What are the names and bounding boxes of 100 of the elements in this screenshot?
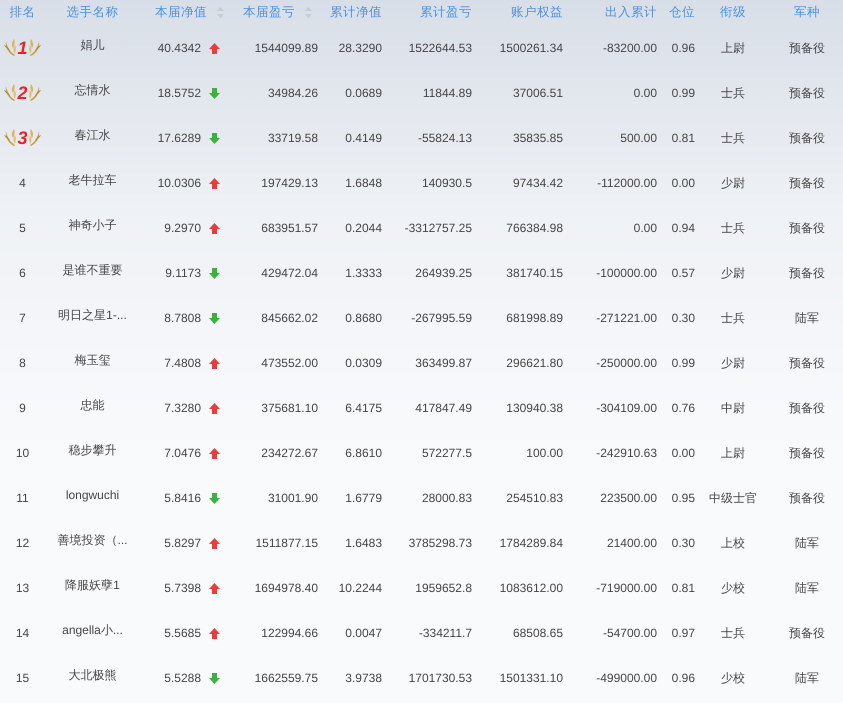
- table-cell: 1522644.53: [408, 40, 472, 54]
- table-cell: 0.99: [672, 356, 695, 370]
- table-cell: 陆军: [795, 310, 819, 324]
- table-cell: -83200.00: [602, 40, 657, 54]
- laurel-icon: [28, 128, 40, 147]
- column-header: 衔级: [720, 4, 746, 22]
- column-header[interactable]: 本届净值: [155, 3, 207, 22]
- table-cell: 少尉: [721, 176, 745, 190]
- table-cell: 上校: [721, 536, 745, 550]
- table-cell: 197429.13: [261, 176, 318, 190]
- rank-number: 15: [16, 670, 30, 684]
- table-cell: 士兵: [721, 220, 745, 234]
- table-cell: -3312757.25: [404, 220, 472, 234]
- rank-number: 11: [16, 490, 29, 504]
- table-cell: 28000.83: [422, 490, 472, 504]
- table-cell: 1083612.00: [500, 580, 563, 594]
- table-cell: -112000.00: [597, 176, 657, 190]
- player-name: 娟儿: [80, 38, 104, 52]
- player-name: 稳步攀升: [68, 443, 116, 457]
- laurel-icon: [4, 83, 16, 102]
- table-cell: 1.6483: [345, 536, 382, 550]
- table-cell: 683951.57: [261, 220, 318, 234]
- table-cell: 上尉: [721, 40, 745, 54]
- rank-number: 10: [16, 446, 30, 460]
- player-name: 是谁不重要: [62, 263, 122, 277]
- table-cell: 7.3280: [164, 400, 201, 414]
- table-cell: 1544099.89: [254, 40, 318, 54]
- table-cell: 5.8297: [164, 536, 201, 550]
- column-header: 出入累计: [605, 4, 657, 22]
- table-cell: 预备役: [789, 40, 825, 54]
- table-cell: 少校: [721, 580, 745, 594]
- table-cell: 0.76: [672, 400, 695, 414]
- table-cell: 0.00: [634, 86, 657, 100]
- table-cell: 140930.5: [422, 176, 472, 190]
- table-cell: 264939.25: [415, 266, 472, 280]
- table-cell: 766384.98: [506, 220, 563, 234]
- column-header: 仓位: [669, 4, 695, 22]
- player-name: 降服妖孽1: [65, 578, 120, 592]
- table-cell: -304109.00: [596, 400, 657, 414]
- table-cell: 0.0309: [345, 356, 382, 370]
- table-cell: 预备役: [789, 490, 825, 504]
- table-cell: 士兵: [721, 310, 745, 324]
- table-cell: 0.0689: [345, 86, 382, 100]
- table-cell: 陆军: [795, 670, 819, 684]
- rank-number: 3: [17, 128, 28, 146]
- table-cell: 1662559.75: [254, 670, 318, 684]
- table-cell: 6.4175: [345, 400, 382, 414]
- table-cell: 68508.65: [512, 626, 563, 640]
- table-cell: 254510.83: [506, 490, 563, 504]
- table-cell: -250000.00: [596, 356, 657, 370]
- table-cell: 5.5288: [164, 670, 201, 684]
- table-cell: 0.0047: [345, 626, 382, 640]
- table-cell: 0.94: [672, 220, 695, 234]
- table-cell: 9.2970: [164, 220, 201, 234]
- table-cell: 5.7398: [164, 580, 201, 594]
- table-cell: 1.6848: [345, 176, 382, 190]
- table-cell: 35835.85: [512, 130, 563, 144]
- table-cell: 8.7808: [164, 310, 201, 324]
- table-cell: 33719.58: [268, 130, 318, 144]
- table-cell: 上尉: [721, 446, 745, 460]
- table-cell: 0.8680: [345, 310, 382, 324]
- column-header: 排名: [10, 4, 36, 22]
- table-cell: 预备役: [789, 626, 825, 640]
- player-name: 忠能: [80, 398, 104, 412]
- table-cell: 少校: [721, 670, 745, 684]
- table-cell: 381740.15: [506, 266, 563, 280]
- player-name: 梅玉玺: [74, 353, 110, 367]
- table-cell: 572277.5: [422, 446, 472, 460]
- table-cell: 40.4342: [158, 40, 201, 54]
- column-header[interactable]: 本届盈亏: [243, 3, 295, 22]
- table-cell: 士兵: [721, 86, 745, 100]
- table-cell: 1.3333: [345, 266, 382, 280]
- rank-number: 12: [16, 536, 30, 550]
- table-cell: 34984.26: [268, 86, 318, 100]
- table-cell: 士兵: [721, 626, 745, 640]
- table-cell: -334211.7: [418, 626, 472, 640]
- table-cell: 中级士官: [709, 490, 757, 504]
- table-cell: 429472.04: [261, 266, 318, 280]
- table-cell: 681998.89: [506, 310, 563, 324]
- table-cell: 陆军: [795, 536, 819, 550]
- player-name: 春江水: [74, 128, 110, 142]
- table-cell: 31001.90: [268, 490, 318, 504]
- table-cell: 5.5685: [164, 626, 201, 640]
- player-name: 神奇小子: [68, 218, 116, 232]
- table-cell: 1784289.84: [500, 536, 563, 550]
- column-header: 选手名称: [66, 4, 118, 22]
- table-cell: 21400.00: [606, 536, 657, 550]
- rank-number: 5: [19, 220, 26, 234]
- table-cell: 9.1173: [165, 266, 201, 280]
- table-cell: 0.97: [672, 626, 695, 640]
- table-cell: 0.99: [672, 86, 695, 100]
- table-cell: 0.96: [672, 40, 695, 54]
- table-cell: 0.4149: [345, 130, 382, 144]
- table-cell: 0.00: [672, 446, 695, 460]
- table-cell: 0.57: [672, 266, 695, 280]
- table-cell: -54700.00: [602, 626, 657, 640]
- table-cell: 3.9738: [345, 670, 382, 684]
- player-name: longwuchi: [66, 488, 120, 502]
- table-cell: 0.00: [634, 220, 657, 234]
- table-cell: 0.00: [672, 176, 695, 190]
